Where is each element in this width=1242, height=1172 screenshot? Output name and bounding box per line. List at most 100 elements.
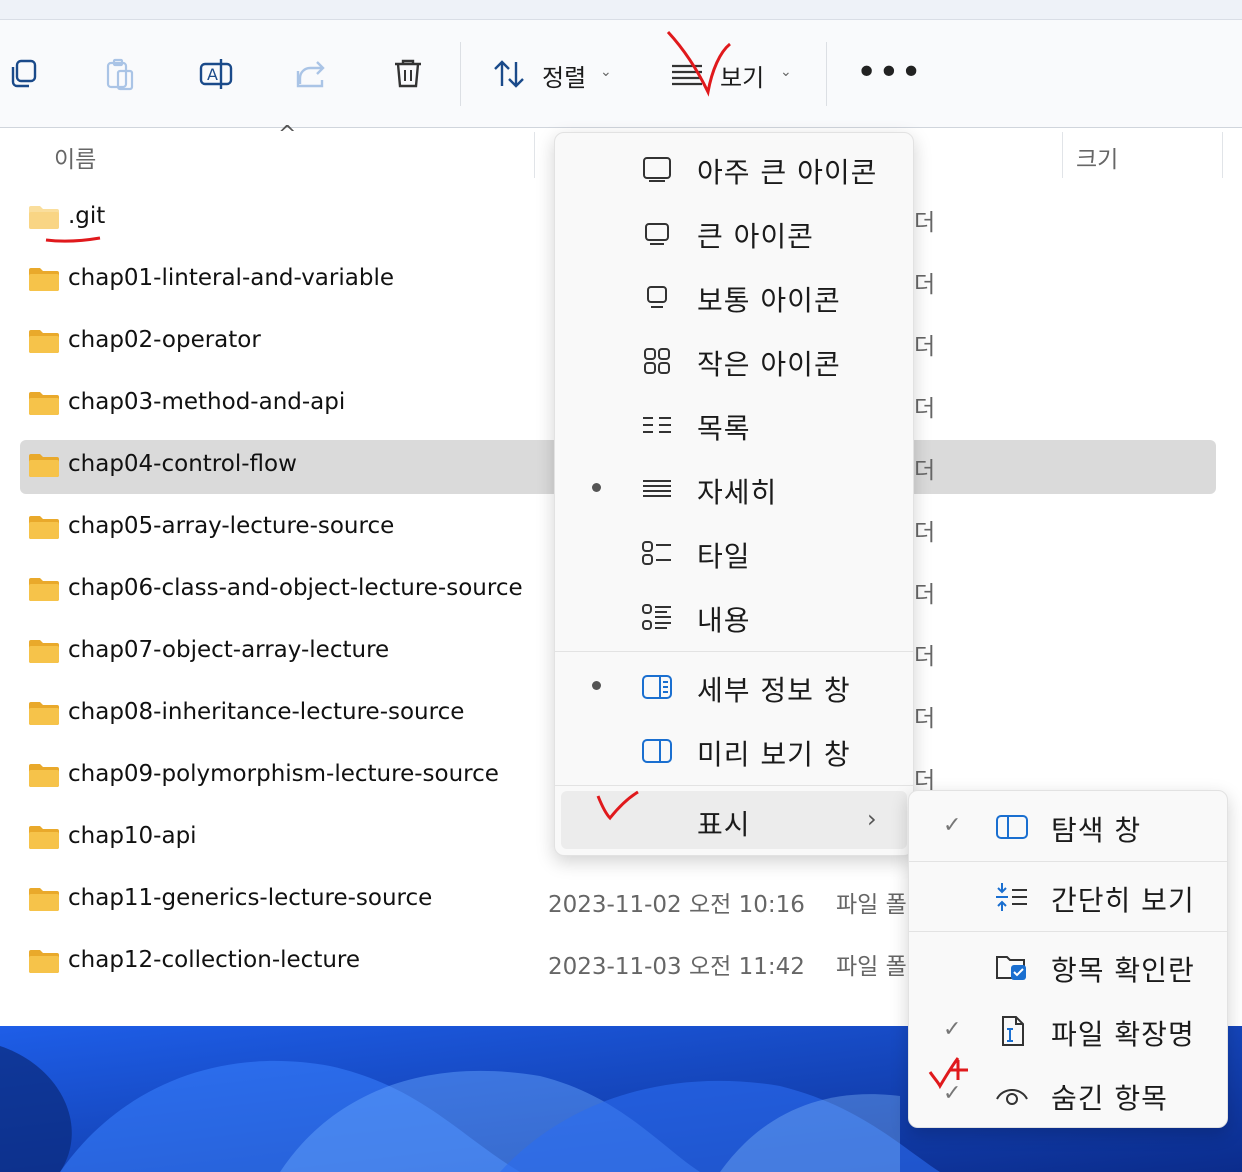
file-name: chap04-control-flow: [68, 451, 297, 477]
file-date: 2023-11-02 오전 10:16: [548, 892, 805, 918]
submenu-item-item-checkboxes[interactable]: 항목 확인란: [915, 935, 1221, 997]
file-extension-icon: [1002, 1016, 1024, 1046]
svg-text:A: A: [207, 65, 218, 84]
selected-dot-icon: [592, 483, 601, 492]
view-button[interactable]: 보기 ⌄: [668, 20, 798, 128]
view-label: 보기: [720, 64, 765, 92]
menu-item-medium-icons[interactable]: 보통 아이콘: [561, 267, 907, 325]
menu-item-preview-pane[interactable]: 미리 보기 창: [561, 721, 907, 779]
folder-icon: [29, 764, 59, 787]
preview-pane-icon: [642, 739, 672, 763]
menu-item-details[interactable]: 자세히: [561, 459, 907, 517]
menu-item-label: 보통 아이콘: [697, 284, 841, 317]
menu-divider: [909, 861, 1227, 862]
menu-item-small-icons[interactable]: 작은 아이콘: [561, 331, 907, 389]
large-icons-icon: [645, 223, 669, 245]
folder-icon: [29, 578, 59, 601]
show-submenu: ✓ 탐색 창 간단히 보기 항목 확인란 ✓ 파일 확장명 ✓ 숨긴 항목: [908, 790, 1228, 1128]
submenu-item-file-extensions[interactable]: ✓ 파일 확장명: [915, 999, 1221, 1061]
folder-icon: [29, 330, 59, 353]
small-icons-icon: [644, 348, 670, 374]
folder-icon: [29, 640, 59, 663]
menu-divider: [555, 785, 913, 786]
checkmark-icon: ✓: [943, 1081, 962, 1106]
menu-item-show[interactable]: 표시 ›: [561, 791, 907, 849]
file-type-clipped: 더: [914, 272, 936, 298]
delete-icon[interactable]: [388, 54, 428, 94]
file-type-clipped: 더: [914, 458, 936, 484]
file-date: 2023-11-03 오전 11:42: [548, 954, 805, 980]
item-checkbox-icon: [996, 956, 1026, 980]
medium-icons-icon: [647, 286, 667, 308]
submenu-item-label: 숨긴 항목: [1051, 1082, 1168, 1115]
file-name: chap09-polymorphism-lecture-source: [68, 761, 499, 787]
menu-item-extra-large-icons[interactable]: 아주 큰 아이콘: [561, 139, 907, 197]
menu-divider: [555, 651, 913, 652]
toolbar-divider: [460, 42, 461, 106]
folder-icon: [29, 888, 59, 911]
file-type-clipped: 더: [914, 706, 936, 732]
details-pane-icon: [642, 675, 672, 699]
menu-item-list[interactable]: 목록: [561, 395, 907, 453]
menu-item-label: 세부 정보 창: [697, 674, 851, 707]
column-header-size[interactable]: 크기: [1076, 140, 1118, 174]
column-divider[interactable]: [534, 132, 535, 178]
details-icon: [643, 480, 671, 497]
compact-view-icon: [996, 883, 1027, 911]
rename-icon[interactable]: A: [196, 54, 236, 94]
menu-item-label: 미리 보기 창: [697, 738, 851, 771]
menu-item-label: 목록: [697, 412, 751, 445]
tiles-icon: [642, 541, 671, 565]
more-options-button[interactable]: •••: [856, 52, 923, 93]
folder-icon: [29, 950, 59, 973]
navigation-pane-icon: [996, 815, 1028, 839]
title-strip: [0, 0, 1242, 20]
submenu-item-compact-view[interactable]: 간단히 보기: [915, 865, 1221, 927]
chevron-down-icon: ⌄: [780, 64, 792, 80]
file-name: chap03-method-and-api: [68, 389, 346, 415]
folder-icon: [29, 516, 59, 539]
menu-item-content[interactable]: 내용: [561, 587, 907, 645]
submenu-item-hidden-items[interactable]: ✓ 숨긴 항목: [915, 1063, 1221, 1125]
file-name: chap06-class-and-object-lecture-source: [68, 575, 523, 601]
submenu-item-label: 파일 확장명: [1051, 1018, 1195, 1051]
file-type-clipped: 더: [914, 520, 936, 546]
submenu-item-label: 간단히 보기: [1051, 884, 1195, 917]
sort-button[interactable]: 정렬 ⌄: [490, 20, 620, 128]
file-type-clipped: 더: [914, 644, 936, 670]
column-divider[interactable]: [1222, 132, 1223, 178]
menu-item-label: 작은 아이콘: [697, 348, 841, 381]
menu-item-tiles[interactable]: 타일: [561, 523, 907, 581]
file-name: chap10-api: [68, 823, 197, 849]
selected-dot-icon: [592, 681, 601, 690]
file-type-clipped: 더: [914, 334, 936, 360]
submenu-item-navigation-pane[interactable]: ✓ 탐색 창: [915, 795, 1221, 857]
folder-icon: [29, 454, 59, 477]
menu-item-large-icons[interactable]: 큰 아이콘: [561, 203, 907, 261]
file-name: chap08-inheritance-lecture-source: [68, 699, 465, 725]
file-name: chap02-operator: [68, 327, 261, 353]
menu-item-label: 큰 아이콘: [697, 220, 814, 253]
sort-icon: [494, 60, 524, 88]
copy-icon[interactable]: [4, 54, 44, 94]
view-icon: [672, 64, 702, 86]
hidden-items-icon: [996, 1089, 1028, 1105]
column-divider[interactable]: [1062, 132, 1063, 178]
checkmark-icon: ✓: [943, 813, 962, 838]
file-name: chap05-array-lecture-source: [68, 513, 395, 539]
extra-large-icons-icon: [643, 157, 671, 182]
share-icon[interactable]: [292, 54, 332, 94]
content-icon: [642, 604, 671, 630]
menu-item-label: 내용: [697, 604, 751, 637]
column-header-name[interactable]: 이름: [54, 140, 96, 174]
folder-icon: [29, 702, 59, 725]
toolbar-divider: [826, 42, 827, 106]
folder-icon: [29, 206, 59, 229]
paste-icon[interactable]: [100, 54, 140, 94]
file-type-clipped: 더: [914, 210, 936, 236]
folder-icon: [29, 826, 59, 849]
menu-item-details-pane[interactable]: 세부 정보 창: [561, 657, 907, 715]
menu-item-label: 타일: [697, 540, 751, 573]
file-name: chap12-collection-lecture: [68, 947, 361, 973]
menu-item-label: 표시: [697, 808, 751, 841]
